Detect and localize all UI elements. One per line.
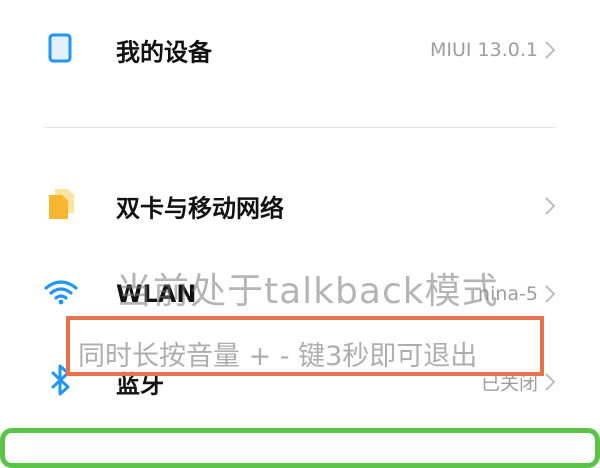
sim-cards-icon — [46, 187, 76, 225]
talkback-mode-title: 当前处于talkback模式 — [116, 271, 499, 312]
row-label: 我的设备 — [116, 38, 212, 67]
chevron-right-icon — [545, 373, 556, 391]
settings-row-sim[interactable]: 双卡与移动网络 — [0, 176, 600, 236]
chevron-right-icon — [545, 41, 556, 59]
chevron-right-icon — [545, 285, 556, 303]
settings-row-my-device[interactable]: 我的设备 MIUI 13.0.1 — [0, 20, 600, 80]
wifi-icon — [44, 279, 78, 309]
row-value: MIUI 13.0.1 — [430, 39, 538, 61]
row-label: 双卡与移动网络 — [116, 194, 284, 223]
chevron-right-icon — [545, 197, 556, 215]
phone-icon — [48, 33, 72, 67]
accessibility-focus-highlight[interactable] — [0, 428, 600, 468]
divider — [44, 127, 556, 128]
talkback-exit-hint: 同时长按音量 + - 键3秒即可退出 — [78, 341, 478, 372]
